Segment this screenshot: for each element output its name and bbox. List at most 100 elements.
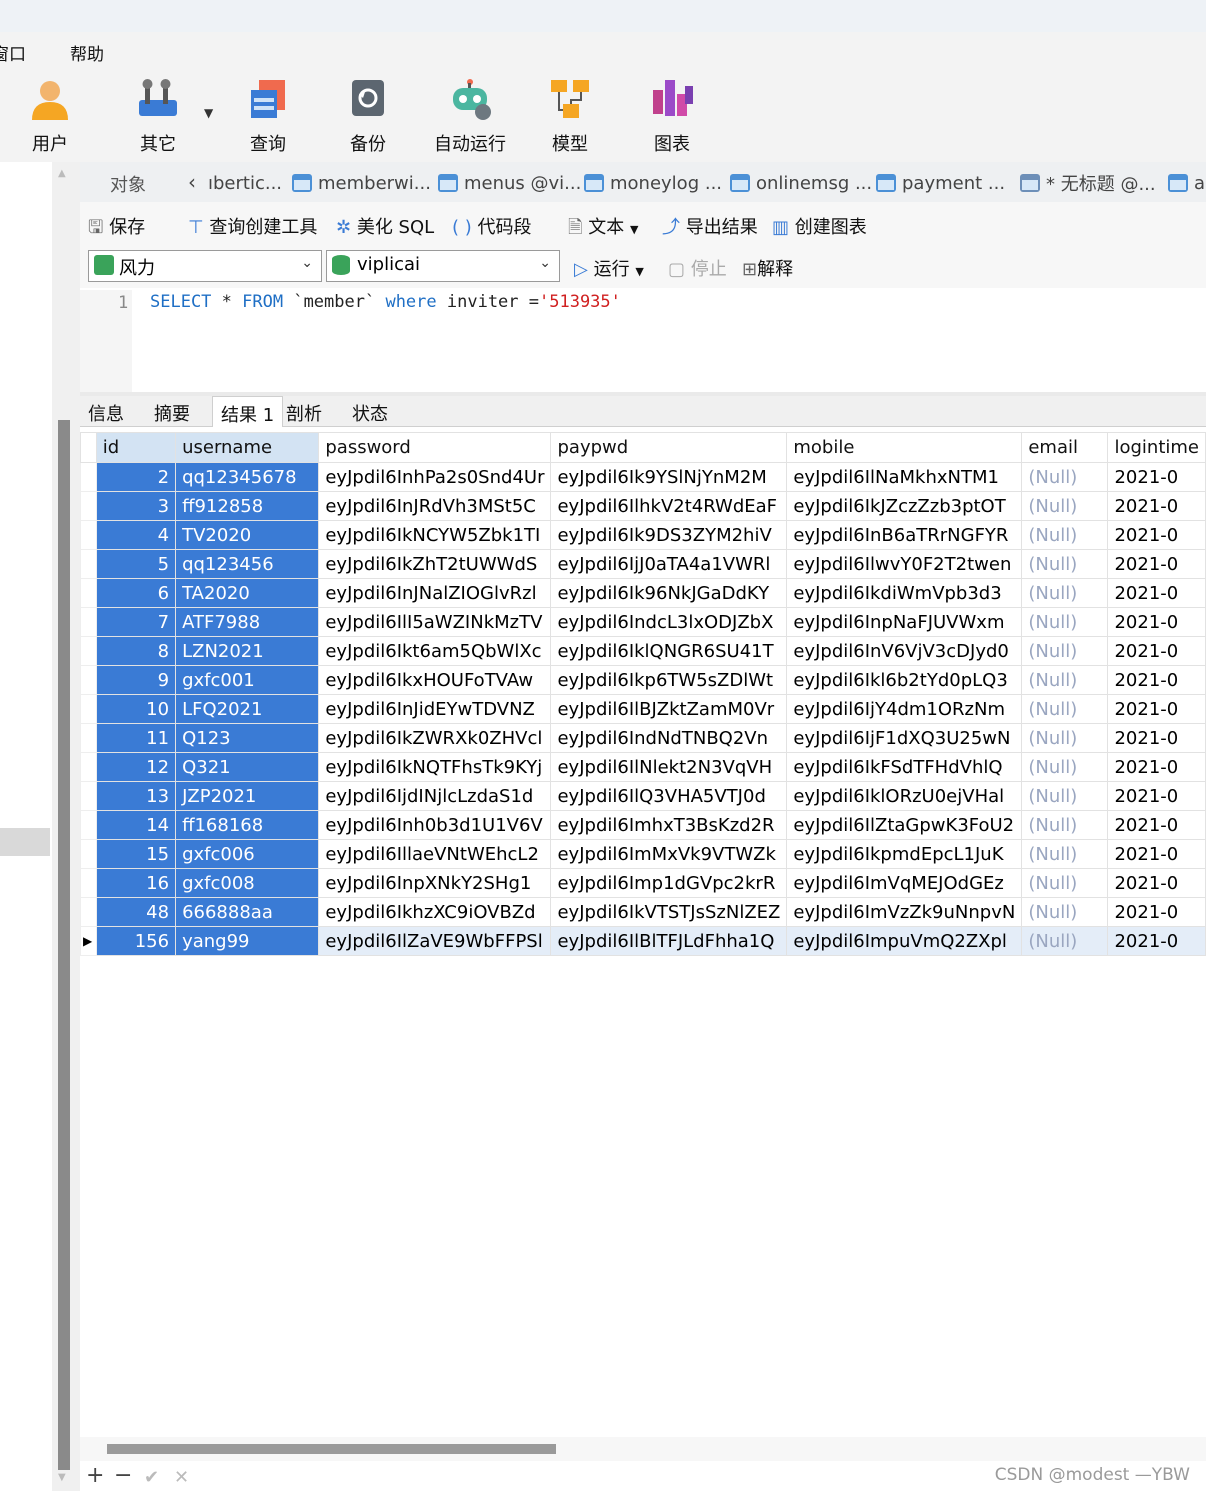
connection-select[interactable]: 风力 ⌄ xyxy=(88,250,322,282)
cell-paypwd[interactable]: eyJpdil6IndNdTNBQ2Vn xyxy=(550,723,788,753)
cell-paypwd[interactable]: eyJpdil6IjJ0aTA4a1VWRl xyxy=(550,549,788,579)
table-row[interactable]: 14 ff168168 eyJpdil6Inh0b3d1U1V6V eyJpdil6I… xyxy=(80,810,1206,840)
cell-email[interactable]: (Null) xyxy=(1021,520,1109,550)
table-row[interactable]: 48 666888aa eyJpdil6IkhzXC9iOVBZd eyJpdil6I… xyxy=(80,897,1206,927)
delete-record-button[interactable]: − xyxy=(114,1463,132,1488)
cell-paypwd[interactable]: eyJpdil6IkVTSTJsSzNlZEZ xyxy=(550,897,788,927)
text-mode-button[interactable]: 🗎 文本 ▼ xyxy=(568,213,638,245)
apply-changes-button[interactable]: ✔ xyxy=(144,1467,159,1488)
cell-id[interactable]: 13 xyxy=(95,781,177,811)
row-indicator[interactable] xyxy=(80,607,97,637)
cell-id[interactable]: 48 xyxy=(95,897,177,927)
ribbon-user-button[interactable]: 用户 xyxy=(10,76,90,156)
tab-scroll-left-icon[interactable]: ‹ xyxy=(188,170,196,194)
navigation-scroll-thumb[interactable] xyxy=(58,420,70,1470)
cell-logintime[interactable]: 2021-0 xyxy=(1107,607,1206,637)
cell-id[interactable]: 16 xyxy=(95,868,177,898)
export-result-button[interactable]: ⤴ 导出结果 xyxy=(662,213,758,239)
cell-password[interactable]: eyJpdil6InpXNkY2SHg1 xyxy=(318,868,552,898)
save-button[interactable]: 🖫 保存 xyxy=(88,213,145,245)
cell-id[interactable]: 7 xyxy=(95,607,177,637)
table-row[interactable]: 10 LFQ2021 eyJpdil6InJidEYwTDVNZ eyJpdil6Il… xyxy=(80,694,1206,724)
column-header-mobile[interactable]: mobile xyxy=(786,432,1023,463)
ribbon-query-button[interactable]: 查询 xyxy=(228,76,308,156)
tab-objects[interactable]: 对象 xyxy=(110,171,146,197)
cell-paypwd[interactable]: eyJpdil6Ik9DS3ZYM2hiV xyxy=(550,520,788,550)
cell-mobile[interactable]: eyJpdil6IjF1dXQ3U25wN xyxy=(786,723,1023,753)
row-indicator[interactable] xyxy=(80,462,97,492)
cell-paypwd[interactable]: eyJpdil6IlBJZktZamM0Vr xyxy=(550,694,788,724)
cell-id[interactable]: 14 xyxy=(95,810,177,840)
database-select[interactable]: viplicai ⌄ xyxy=(326,250,560,282)
cell-email[interactable]: (Null) xyxy=(1021,549,1109,579)
stop-button[interactable]: ▢ 停止 xyxy=(668,255,727,281)
column-header-username[interactable]: username xyxy=(175,432,320,463)
table-row[interactable]: 7 ATF7988 eyJpdil6IlI5aWZINkMzTV eyJpdil6In… xyxy=(80,607,1206,637)
tab-payment[interactable]: payment ... xyxy=(876,168,1005,198)
cell-username[interactable]: JZP2021 xyxy=(175,781,320,811)
column-header-email[interactable]: email xyxy=(1021,432,1109,463)
navigation-selected-item[interactable] xyxy=(0,828,50,856)
table-row[interactable]: 4 TV2020 eyJpdil6IkNCYW5Zbk1TI eyJpdil6Ik9D… xyxy=(80,520,1206,550)
tab-onlinemsg[interactable]: onlinemsg ... xyxy=(730,168,872,198)
row-indicator[interactable] xyxy=(80,868,97,898)
cell-id[interactable]: 8 xyxy=(95,636,177,666)
sql-editor[interactable]: 1 SELECT * FROM `member` where inviter =… xyxy=(80,290,1206,396)
cell-mobile[interactable]: eyJpdil6InpNaFJUVWxm xyxy=(786,607,1023,637)
cell-id[interactable]: 156 xyxy=(95,926,177,956)
tab-summary[interactable]: 摘要 xyxy=(146,396,198,426)
cell-password[interactable]: eyJpdil6Inh0b3d1U1V6V xyxy=(318,810,552,840)
cell-logintime[interactable]: 2021-0 xyxy=(1107,520,1206,550)
column-header-id[interactable]: id xyxy=(95,432,177,463)
row-indicator[interactable] xyxy=(80,810,97,840)
cell-email[interactable]: (Null) xyxy=(1021,665,1109,695)
row-indicator[interactable] xyxy=(80,897,97,927)
tab-menus[interactable]: menus @vi... xyxy=(438,168,581,198)
cell-password[interactable]: eyJpdil6Ikt6am5QbWlXc xyxy=(318,636,552,666)
cell-username[interactable]: LFQ2021 xyxy=(175,694,320,724)
cell-username[interactable]: TV2020 xyxy=(175,520,320,550)
cell-username[interactable]: gxfc008 xyxy=(175,868,320,898)
query-builder-button[interactable]: ⊤ 查询创建工具 xyxy=(188,213,317,239)
cell-email[interactable]: (Null) xyxy=(1021,781,1109,811)
tab-status[interactable]: 状态 xyxy=(344,396,396,426)
cell-mobile[interactable]: eyJpdil6IjY4dm1ORzNm xyxy=(786,694,1023,724)
table-row[interactable]: 13 JZP2021 eyJpdil6IjdINjlcLzdaS1d eyJpdil6… xyxy=(80,781,1206,811)
row-indicator[interactable] xyxy=(80,752,97,782)
cell-id[interactable]: 6 xyxy=(95,578,177,608)
cell-id[interactable]: 3 xyxy=(95,491,177,521)
row-indicator[interactable] xyxy=(80,549,97,579)
ribbon-autorun-button[interactable]: 自动运行 xyxy=(430,76,510,156)
table-row[interactable]: 16 gxfc008 eyJpdil6InpXNkY2SHg1 eyJpdil6Imp… xyxy=(80,868,1206,898)
explain-button[interactable]: ⊞解释 xyxy=(742,255,793,281)
cell-username[interactable]: gxfc001 xyxy=(175,665,320,695)
ribbon-model-button[interactable]: 模型 xyxy=(530,76,610,156)
cell-id[interactable]: 12 xyxy=(95,752,177,782)
cell-id[interactable]: 5 xyxy=(95,549,177,579)
navigation-pane[interactable] xyxy=(0,162,53,1491)
cell-email[interactable]: (Null) xyxy=(1021,810,1109,840)
cell-password[interactable]: eyJpdil6IkZWRXk0ZHVcl xyxy=(318,723,552,753)
cell-password[interactable]: eyJpdil6InJNalZIOGlvRzl xyxy=(318,578,552,608)
tab-memberwi[interactable]: memberwi... xyxy=(292,168,431,198)
ribbon-backup-button[interactable]: 备份 xyxy=(328,76,408,156)
cell-username[interactable]: qq123456 xyxy=(175,549,320,579)
table-row[interactable]: ▶ 156 yang99 eyJpdil6IlZaVE9WbFFPSl eyJpdil6… xyxy=(80,926,1206,956)
cell-password[interactable]: eyJpdil6InJidEYwTDVNZ xyxy=(318,694,552,724)
cell-email[interactable]: (Null) xyxy=(1021,636,1109,666)
cell-mobile[interactable]: eyJpdil6InV6VjV3cDJyd0 xyxy=(786,636,1023,666)
discard-changes-button[interactable]: ✕ xyxy=(174,1467,189,1488)
table-row[interactable]: 6 TA2020 eyJpdil6InJNalZIOGlvRzl eyJpdil6Ik… xyxy=(80,578,1206,608)
cell-username[interactable]: TA2020 xyxy=(175,578,320,608)
cell-username[interactable]: yang99 xyxy=(175,926,320,956)
cell-email[interactable]: (Null) xyxy=(1021,752,1109,782)
cell-paypwd[interactable]: eyJpdil6Ik9YSlNjYnM2M xyxy=(550,462,788,492)
cell-email[interactable]: (Null) xyxy=(1021,491,1109,521)
row-indicator[interactable] xyxy=(80,491,97,521)
column-header-password[interactable]: password xyxy=(318,432,552,463)
row-indicator[interactable] xyxy=(80,694,97,724)
cell-mobile[interactable]: eyJpdil6ImpuVmQ2ZXpl xyxy=(786,926,1023,956)
grid-scroll-thumb[interactable] xyxy=(107,1444,556,1454)
cell-logintime[interactable]: 2021-0 xyxy=(1107,868,1206,898)
cell-paypwd[interactable]: eyJpdil6Imp1dGVpc2krR xyxy=(550,868,788,898)
